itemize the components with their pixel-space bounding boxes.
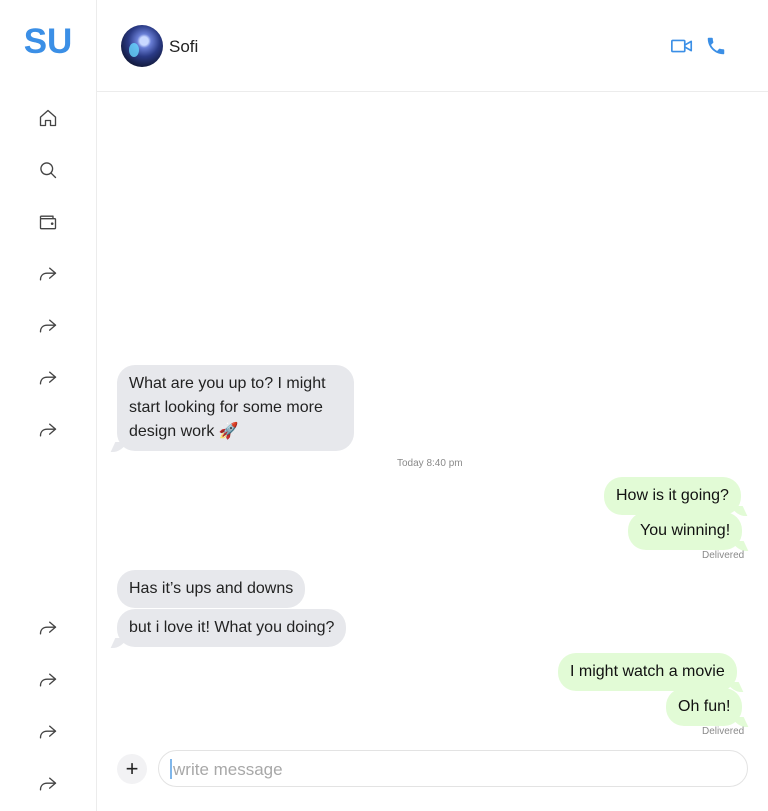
- message-outgoing[interactable]: Oh fun!: [666, 688, 743, 726]
- delivery-status: Delivered: [702, 550, 745, 561]
- share-icon[interactable]: [37, 367, 59, 389]
- avatar[interactable]: [121, 25, 163, 67]
- share-icon[interactable]: [37, 669, 59, 691]
- share-icon[interactable]: [37, 315, 59, 337]
- message-incoming[interactable]: Has it’s ups and downs: [117, 570, 306, 608]
- message-outgoing[interactable]: How is it going?: [604, 477, 741, 515]
- message-composer: [158, 750, 748, 787]
- timestamp: Today 8:40 pm: [397, 458, 463, 469]
- message-outgoing[interactable]: I might watch a movie: [558, 653, 737, 691]
- message-incoming[interactable]: but i love it! What you doing?: [117, 609, 347, 647]
- app-logo[interactable]: SU: [0, 22, 96, 62]
- share-icon[interactable]: [37, 617, 59, 639]
- delivery-status: Delivered: [702, 726, 745, 737]
- video-call-icon[interactable]: [670, 35, 694, 57]
- add-attachment-button[interactable]: +: [117, 754, 147, 784]
- share-icon[interactable]: [37, 773, 59, 795]
- chat-header: Sofi: [97, 0, 768, 92]
- search-icon[interactable]: [37, 159, 59, 181]
- message-incoming[interactable]: What are you up to? I might start lookin…: [117, 365, 354, 451]
- share-icon[interactable]: [37, 263, 59, 285]
- contact-name[interactable]: Sofi: [169, 37, 198, 57]
- message-input[interactable]: [171, 755, 735, 785]
- share-icon[interactable]: [37, 419, 59, 441]
- share-icon[interactable]: [37, 721, 59, 743]
- phone-icon[interactable]: [704, 35, 728, 57]
- sidebar: SU: [0, 0, 97, 811]
- wallet-icon[interactable]: [37, 211, 59, 233]
- message-outgoing[interactable]: You winning!: [628, 512, 743, 550]
- home-icon[interactable]: [37, 107, 59, 129]
